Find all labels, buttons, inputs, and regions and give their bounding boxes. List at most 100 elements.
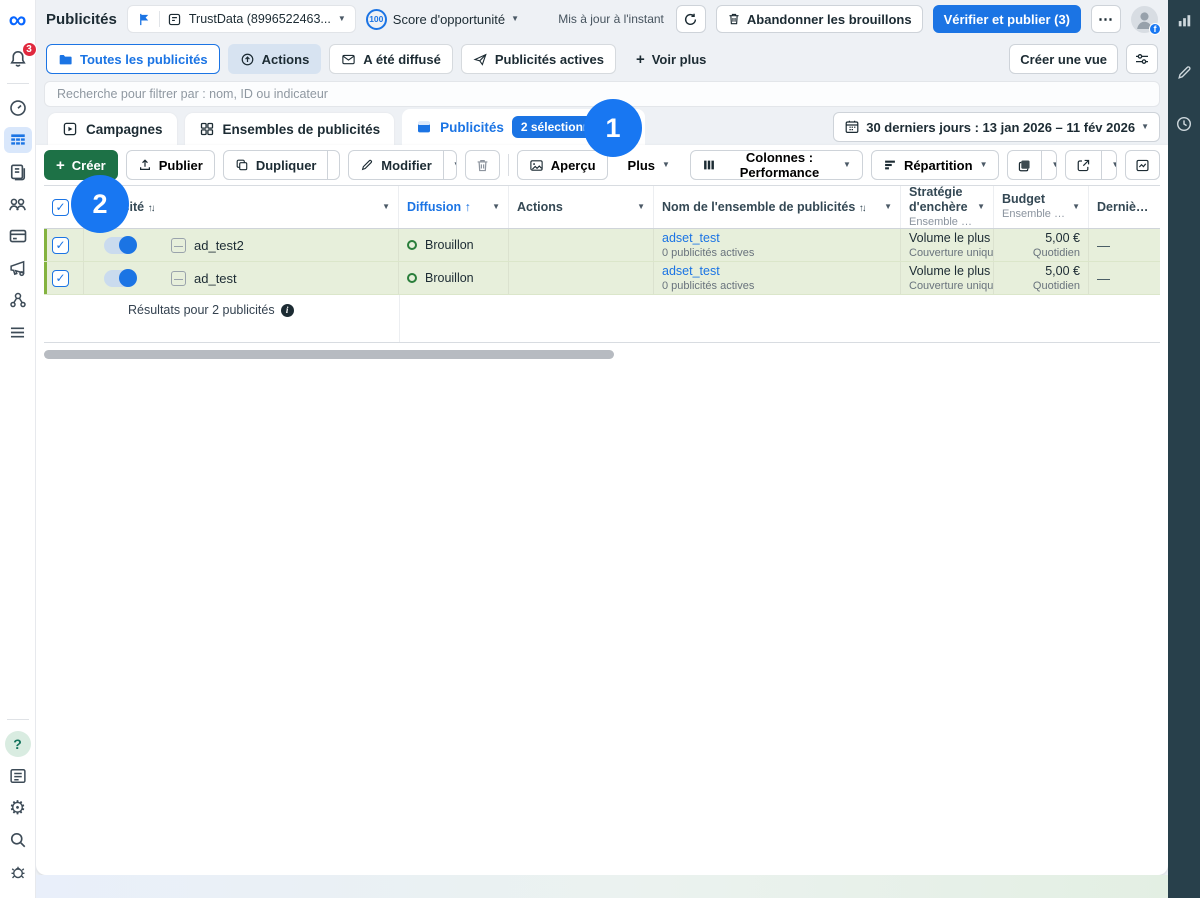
export-dropdown-button[interactable]: ▼: [1101, 151, 1117, 179]
edit-panel-pencil-icon[interactable]: [1172, 60, 1196, 84]
refresh-icon: [683, 12, 698, 27]
sidebar-item-reports-pages-icon[interactable]: [4, 159, 32, 185]
ellipsis-icon: ⋯: [1098, 10, 1114, 28]
filter-chip-has-delivered[interactable]: A été diffusé: [329, 44, 453, 74]
header-bid-strategy[interactable]: Stratégie d'enchère Ensemble de public..…: [901, 186, 994, 228]
review-publish-button[interactable]: Vérifier et publier (3): [933, 5, 1081, 33]
date-range-button[interactable]: 30 derniers jours : 13 jan 2026 – 11 fév…: [833, 112, 1160, 142]
ad-name[interactable]: ad_test2: [194, 238, 244, 253]
search-filter-input[interactable]: [57, 87, 1147, 101]
export-button[interactable]: [1066, 151, 1101, 179]
tab-campaigns[interactable]: Campagnes: [48, 113, 177, 145]
chevron-down-icon: ▼: [1141, 123, 1149, 131]
help-button[interactable]: ?: [4, 731, 32, 757]
annotation-step-1: 1: [584, 99, 642, 157]
breakdown-button[interactable]: Répartition ▼: [871, 150, 1000, 180]
opportunity-score[interactable]: 100 Score d'opportunité ▼: [366, 9, 519, 30]
bottom-gradient-strip: [36, 875, 1168, 898]
charts-panel-icon[interactable]: [1172, 8, 1196, 32]
divider: [508, 154, 509, 176]
annotation-step-2: 2: [71, 175, 129, 233]
adset-link[interactable]: adset_test: [662, 230, 754, 246]
columns-button[interactable]: Colonnes : Performance ▼: [690, 150, 863, 180]
table-row[interactable]: ✓ ad_test2 Brouillon adset_test 0 public…: [44, 229, 1160, 262]
bug-report-icon[interactable]: [4, 859, 32, 885]
delete-button[interactable]: [465, 150, 500, 180]
reports-dropdown-button[interactable]: ▼: [1041, 151, 1057, 179]
ad-status-toggle[interactable]: [104, 237, 137, 254]
scrollbar-thumb[interactable]: [44, 350, 614, 359]
edit-dropdown-button[interactable]: ▼: [443, 151, 457, 179]
filter-settings-button[interactable]: [1126, 44, 1158, 74]
filter-chips-row: Toutes les publicités Actions A été diff…: [36, 38, 1168, 80]
ads-icon: [416, 119, 432, 135]
notifications-bell-icon[interactable]: 3: [4, 46, 32, 72]
facebook-badge-icon: f: [1149, 23, 1161, 35]
filter-chip-actions[interactable]: Actions: [228, 44, 322, 74]
chevron-down-icon: ▼: [492, 203, 500, 211]
ad-status-toggle[interactable]: [104, 270, 137, 287]
meta-logo-icon: ∞: [9, 8, 27, 33]
account-selector[interactable]: TrustData (8996522463... ▼: [127, 5, 356, 33]
check-icon: ✓: [55, 200, 65, 214]
select-all-checkbox[interactable]: ✓: [52, 199, 69, 216]
header-adset-name[interactable]: Nom de l'ensemble de publicités ↑↓ ▼: [654, 186, 901, 228]
history-clock-icon[interactable]: [1172, 112, 1196, 136]
duplicate-button[interactable]: Dupliquer: [224, 151, 328, 179]
reports-button[interactable]: [1008, 151, 1041, 179]
header-budget[interactable]: Budget Ensemble de public... ▼: [994, 186, 1089, 228]
delivery-status: Brouillon: [425, 271, 474, 285]
duplicate-dropdown-button[interactable]: ▼: [327, 151, 340, 179]
delivery-status: Brouillon: [425, 238, 474, 252]
discard-drafts-button[interactable]: Abandonner les brouillons: [716, 5, 923, 33]
trash-icon: [727, 12, 741, 26]
sidebar-item-overview-gauge-icon[interactable]: [4, 95, 32, 121]
filter-chip-active-ads[interactable]: Publicités actives: [461, 44, 616, 74]
preview-button[interactable]: Aperçu: [517, 150, 608, 180]
sort-icon: ↑↓: [148, 203, 154, 214]
chevron-down-icon: ▼: [338, 15, 346, 23]
settings-gear-icon[interactable]: ⚙: [4, 795, 32, 821]
filter-chip-all-ads[interactable]: Toutes les publicités: [46, 44, 220, 74]
avatar[interactable]: f: [1131, 6, 1158, 33]
sidebar-item-billing-card-icon[interactable]: [4, 223, 32, 249]
help-icon: ?: [5, 731, 31, 757]
image-icon: [529, 158, 544, 173]
divider: [7, 83, 29, 84]
refresh-button[interactable]: [676, 5, 706, 33]
chevron-down-icon: ▼: [1072, 203, 1080, 211]
adset-link[interactable]: adset_test: [662, 263, 754, 279]
publish-button[interactable]: Publier: [126, 150, 215, 180]
row-checkbox[interactable]: ✓: [52, 270, 69, 287]
create-view-button[interactable]: Créer une vue: [1009, 44, 1118, 74]
sidebar-menu-hamburger-icon[interactable]: [4, 319, 32, 345]
search-icon[interactable]: [4, 827, 32, 853]
sidebar-item-org-nodes-icon[interactable]: [4, 287, 32, 313]
table-row[interactable]: ✓ ad_test Brouillon adset_test 0 publici…: [44, 262, 1160, 295]
ad-name[interactable]: ad_test: [194, 271, 237, 286]
upload-icon: [138, 158, 152, 172]
sidebar-item-ads-manager-table-icon[interactable]: [4, 127, 32, 153]
more-actions-button[interactable]: Plus ▼: [616, 150, 682, 180]
row-checkbox[interactable]: ✓: [52, 237, 69, 254]
chevron-down-icon: ▼: [637, 203, 645, 211]
sidebar-item-audiences-people-icon[interactable]: [4, 191, 32, 217]
header-delivery[interactable]: Diffusion ↑ ▼: [399, 186, 509, 228]
export-split-button: ▼: [1065, 150, 1117, 180]
breakdown-bars-icon: [883, 158, 897, 172]
horizontal-scrollbar[interactable]: [44, 350, 1152, 359]
news-icon[interactable]: [4, 763, 32, 789]
chart-view-button[interactable]: [1125, 150, 1160, 180]
sliders-icon: [1134, 51, 1150, 67]
sidebar-item-promotions-megaphone-icon[interactable]: [4, 255, 32, 281]
tab-adsets[interactable]: Ensembles de publicités: [185, 113, 395, 145]
header-ad[interactable]: Publicité ↑↓ ▼: [84, 186, 399, 228]
more-options-button[interactable]: ⋯: [1091, 5, 1121, 33]
header-last-edit[interactable]: Dernière modi: [1089, 186, 1160, 228]
edit-button[interactable]: Modifier: [349, 151, 443, 179]
header-actions[interactable]: Actions ▼: [509, 186, 654, 228]
see-more-filters-button[interactable]: + Voir plus: [624, 44, 718, 74]
copy-icon: [235, 158, 249, 172]
info-icon[interactable]: i: [281, 304, 294, 317]
notifications-badge: 3: [22, 42, 37, 57]
